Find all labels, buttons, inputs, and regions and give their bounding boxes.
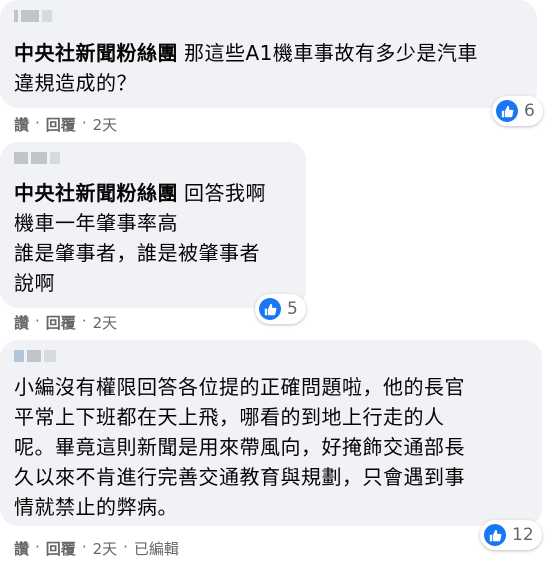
comment-body-line: 久以來不肯進行完善交通教育與規劃，只會遇到事 bbox=[14, 465, 465, 489]
comment-text: 中央社新聞粉絲團 回答我啊 機車一年肇事率高 誰是肇事者，誰是被肇事者 說啊 bbox=[14, 178, 304, 298]
comment: 小編沒有權限回答各位提的正確問題啦，他的長官 平常上下班都在天上飛，哪看的到地上… bbox=[0, 340, 555, 561]
author-avatar-redacted bbox=[14, 350, 56, 362]
separator: · bbox=[35, 114, 40, 132]
separator: · bbox=[35, 312, 40, 330]
comment-body-line: 回答我啊 bbox=[184, 181, 266, 205]
like-button[interactable]: 讚 bbox=[14, 312, 29, 333]
reaction-summary[interactable]: 5 bbox=[255, 294, 306, 324]
like-icon bbox=[484, 524, 506, 546]
separator: · bbox=[81, 538, 87, 556]
comment-body-line: 平常上下班都在天上飛，哪看的到地上行走的人 bbox=[14, 405, 445, 429]
comment-text: 中央社新聞粉絲團 那這些A1機車事故有多少是汽車 違規造成的？ bbox=[14, 38, 529, 98]
author-avatar-redacted bbox=[14, 10, 52, 22]
comment-text: 小編沒有權限回答各位提的正確問題啦，他的長官 平常上下班都在天上飛，哪看的到地上… bbox=[14, 372, 534, 522]
reaction-count: 5 bbox=[287, 299, 298, 319]
timestamp[interactable]: 2天 bbox=[93, 312, 118, 333]
comment-author[interactable]: 中央社新聞粉絲團 bbox=[14, 181, 178, 205]
comment-body-line: 那這些A1機車事故有多少是汽車 bbox=[184, 41, 478, 65]
separator: · bbox=[123, 538, 128, 556]
author-avatar-redacted bbox=[14, 152, 60, 164]
comment-bubble: 小編沒有權限回答各位提的正確問題啦，他的長官 平常上下班都在天上飛，哪看的到地上… bbox=[0, 340, 542, 526]
comment-actions: 讚 · 回覆 · 2天 bbox=[14, 114, 117, 135]
separator: · bbox=[35, 538, 40, 556]
reaction-count: 12 bbox=[512, 525, 534, 545]
separator: · bbox=[81, 312, 87, 330]
comment-body-line: 呢。畢竟這則新聞是用來帶風向，好掩飾交通部長 bbox=[14, 435, 465, 459]
comment-body-line: 違規造成的？ bbox=[14, 71, 137, 95]
timestamp[interactable]: 2天 bbox=[93, 114, 118, 135]
comment-author[interactable]: 中央社新聞粉絲團 bbox=[14, 41, 178, 65]
separator: · bbox=[81, 114, 87, 132]
like-icon bbox=[496, 100, 518, 122]
comment-body-line: 說啊 bbox=[14, 271, 55, 295]
reply-button[interactable]: 回覆 bbox=[46, 538, 76, 559]
comment-body-line: 誰是肇事者，誰是被肇事者 bbox=[14, 241, 260, 265]
comment-bubble: 中央社新聞粉絲團 那這些A1機車事故有多少是汽車 違規造成的？ bbox=[0, 0, 537, 108]
like-button[interactable]: 讚 bbox=[14, 538, 29, 559]
timestamp[interactable]: 2天 bbox=[93, 538, 118, 559]
comment-bubble: 中央社新聞粉絲團 回答我啊 機車一年肇事率高 誰是肇事者，誰是被肇事者 說啊 bbox=[0, 142, 306, 308]
reaction-count: 6 bbox=[524, 101, 535, 121]
comment-body-line: 機車一年肇事率高 bbox=[14, 211, 178, 235]
comment-body-line: 情就禁止的弊病。 bbox=[14, 495, 178, 519]
comment: 中央社新聞粉絲團 回答我啊 機車一年肇事率高 誰是肇事者，誰是被肇事者 說啊 5 … bbox=[0, 142, 555, 338]
edited-label[interactable]: 已編輯 bbox=[134, 538, 179, 559]
reaction-summary[interactable]: 6 bbox=[492, 96, 543, 126]
comment-actions: 讚 · 回覆 · 2天 bbox=[14, 312, 117, 333]
comment: 中央社新聞粉絲團 那這些A1機車事故有多少是汽車 違規造成的？ 6 讚 · 回覆 … bbox=[0, 0, 555, 140]
like-button[interactable]: 讚 bbox=[14, 114, 29, 135]
reaction-summary[interactable]: 12 bbox=[480, 520, 542, 550]
comment-body-line: 小編沒有權限回答各位提的正確問題啦，他的長官 bbox=[14, 375, 465, 399]
reply-button[interactable]: 回覆 bbox=[46, 312, 76, 333]
like-icon bbox=[259, 298, 281, 320]
reply-button[interactable]: 回覆 bbox=[46, 114, 76, 135]
comment-actions: 讚 · 回覆 · 2天 · 已編輯 bbox=[14, 538, 179, 559]
